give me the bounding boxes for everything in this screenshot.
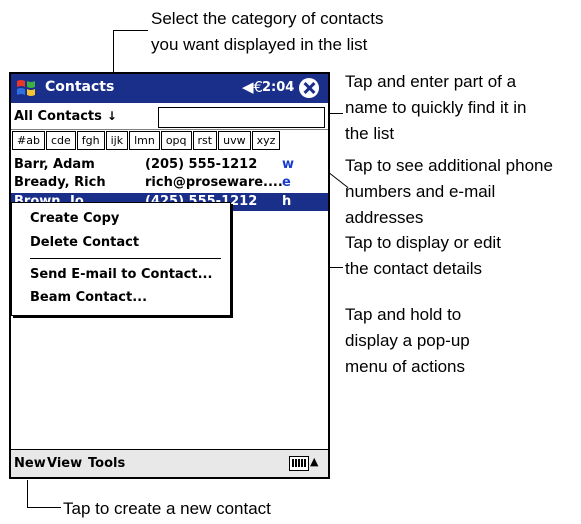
abc-tab-cde[interactable]: cde (45, 131, 76, 150)
abc-tab-xyz[interactable]: xyz (251, 131, 281, 150)
abc-tab-opq[interactable]: opq (160, 131, 192, 150)
contact-type[interactable]: h (282, 194, 291, 209)
callout-hold-line3: menu of actions (345, 357, 466, 376)
contact-row[interactable]: Bready, Rich rich@proseware.... e (11, 174, 328, 192)
menu-beam-contact[interactable]: Beam Contact... (30, 290, 147, 305)
abc-tab-ab[interactable]: #ab (12, 131, 45, 150)
context-menu: Create Copy Delete Contact Send E-mail t… (11, 202, 231, 316)
callout-additional-line1: Tap to see additional phone (345, 156, 553, 175)
callout-find-line2: name to quickly find it in (345, 98, 527, 117)
callout-hold-line2: display a pop-up (345, 331, 470, 350)
leader-new-h (27, 507, 61, 508)
new-button[interactable]: New (14, 456, 46, 471)
contact-info: (205) 555-1212 (145, 157, 258, 172)
alphabet-tabs: #ab cde fgh ijk lmn opq rst uvw xyz (12, 131, 281, 151)
abc-tab-fgh[interactable]: fgh (76, 131, 105, 150)
app-title: Contacts (45, 79, 115, 95)
abc-tab-lmn[interactable]: lmn (129, 131, 160, 150)
keyboard-icon[interactable] (289, 456, 309, 471)
category-picker[interactable]: All Contacts ↓ (14, 109, 117, 124)
contact-type[interactable]: w (282, 157, 294, 172)
abc-tab-rst[interactable]: rst (192, 131, 218, 150)
command-bar: New View Tools ▲ (11, 449, 328, 477)
contact-type[interactable]: e (282, 175, 291, 190)
menu-send-email[interactable]: Send E-mail to Contact... (30, 267, 212, 282)
callout-details-line1: Tap to display or edit (345, 233, 501, 252)
title-bar: Contacts ◀€ 2:04 (11, 74, 328, 103)
dropdown-arrow-icon: ↓ (106, 109, 117, 123)
callout-details-line2: the contact details (345, 259, 483, 278)
category-row: All Contacts ↓ (11, 103, 328, 130)
contact-info: rich@proseware.... (145, 175, 283, 190)
menu-delete-contact[interactable]: Delete Contact (30, 235, 139, 250)
abc-tab-uvw[interactable]: uvw (218, 131, 251, 150)
clock[interactable]: 2:04 (262, 80, 294, 95)
view-menu[interactable]: View (47, 456, 82, 471)
leader-new-v (27, 480, 28, 508)
find-input[interactable] (158, 107, 325, 128)
menu-separator (30, 258, 221, 259)
contact-name: Barr, Adam (14, 157, 95, 172)
callout-category-line1: Select the category of contacts (151, 9, 384, 28)
callout-hold-line1: Tap and hold to (345, 305, 462, 324)
callout-category-line2: you want displayed in the list (151, 35, 368, 54)
abc-tab-ijk[interactable]: ijk (105, 131, 129, 150)
callout-find-line1: Tap and enter part of a (345, 72, 517, 91)
input-selector-arrow-icon[interactable]: ▲ (310, 455, 318, 468)
close-icon[interactable] (299, 78, 319, 98)
contact-row[interactable]: Barr, Adam (205) 555-1212 w (11, 156, 328, 174)
callout-find-line3: the list (345, 124, 395, 143)
tools-menu[interactable]: Tools (88, 456, 125, 471)
contact-name: Bready, Rich (14, 175, 106, 190)
callout-new-contact: Tap to create a new contact (63, 499, 271, 518)
callout-additional-line3: addresses (345, 208, 424, 227)
category-label: All Contacts (14, 109, 102, 124)
start-menu-icon[interactable] (15, 77, 39, 99)
device-screen: Contacts ◀€ 2:04 All Contacts ↓ #ab cde f… (9, 72, 330, 479)
callout-additional-line2: numbers and e-mail (345, 182, 496, 201)
speaker-icon[interactable]: ◀€ (242, 78, 263, 96)
menu-create-copy[interactable]: Create Copy (30, 211, 119, 226)
leader-category-h (113, 30, 148, 31)
